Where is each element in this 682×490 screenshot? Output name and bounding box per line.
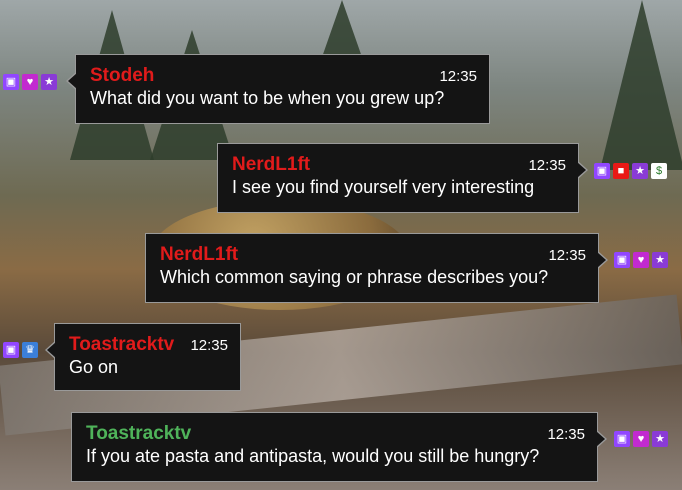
username: NerdL1ft — [232, 154, 311, 175]
message-badges: ▣ ♥ ★ — [3, 74, 57, 90]
message-text: What did you want to be when you grew up… — [90, 88, 445, 108]
chat-message: Toastracktv 12:35 Go on — [45, 323, 241, 391]
timestamp: 12:35 — [528, 157, 566, 174]
username: Stodeh — [90, 65, 155, 86]
username: Toastracktv — [86, 423, 192, 444]
crown-icon: ♛ — [22, 342, 38, 358]
timestamp: 12:35 — [439, 68, 477, 85]
message-badges: ▣ ♛ — [3, 342, 38, 358]
star-icon: ★ — [652, 252, 668, 268]
heart-icon: ♥ — [22, 74, 38, 90]
twitch-icon: ▣ — [594, 163, 610, 179]
twitch-icon: ▣ — [614, 431, 630, 447]
money-icon: $ — [651, 163, 667, 179]
star-icon: ★ — [632, 163, 648, 179]
timestamp: 12:35 — [547, 426, 585, 443]
chat-message: Toastracktv 12:35 If you ate pasta and a… — [71, 412, 607, 482]
star-icon: ★ — [41, 74, 57, 90]
message-badges: ▣ ♥ ★ — [614, 252, 668, 268]
username: NerdL1ft — [160, 244, 239, 265]
message-text: Go on — [69, 357, 119, 377]
twitch-icon: ▣ — [614, 252, 630, 268]
chat-message: NerdL1ft 12:35 I see you find yourself v… — [217, 143, 588, 213]
chat-message: Stodeh 12:35 What did you want to be whe… — [66, 54, 490, 124]
star-icon: ★ — [652, 431, 668, 447]
twitch-icon: ▣ — [3, 342, 19, 358]
chat-message: NerdL1ft 12:35 Which common saying or ph… — [145, 233, 608, 303]
timestamp: 12:35 — [548, 247, 586, 264]
twitch-icon: ▣ — [3, 74, 19, 90]
heart-icon: ♥ — [633, 431, 649, 447]
message-text: Which common saying or phrase describes … — [160, 267, 549, 287]
message-text: If you ate pasta and antipasta, would yo… — [86, 446, 540, 466]
timestamp: 12:35 — [190, 337, 228, 354]
message-text: I see you find yourself very interesting — [232, 177, 535, 197]
background-tree — [600, 0, 682, 170]
heart-icon: ♥ — [633, 252, 649, 268]
message-badges: ▣ ♥ ★ — [614, 431, 668, 447]
camera-icon: ■ — [613, 163, 629, 179]
message-badges: ▣ ■ ★ $ — [594, 163, 667, 179]
